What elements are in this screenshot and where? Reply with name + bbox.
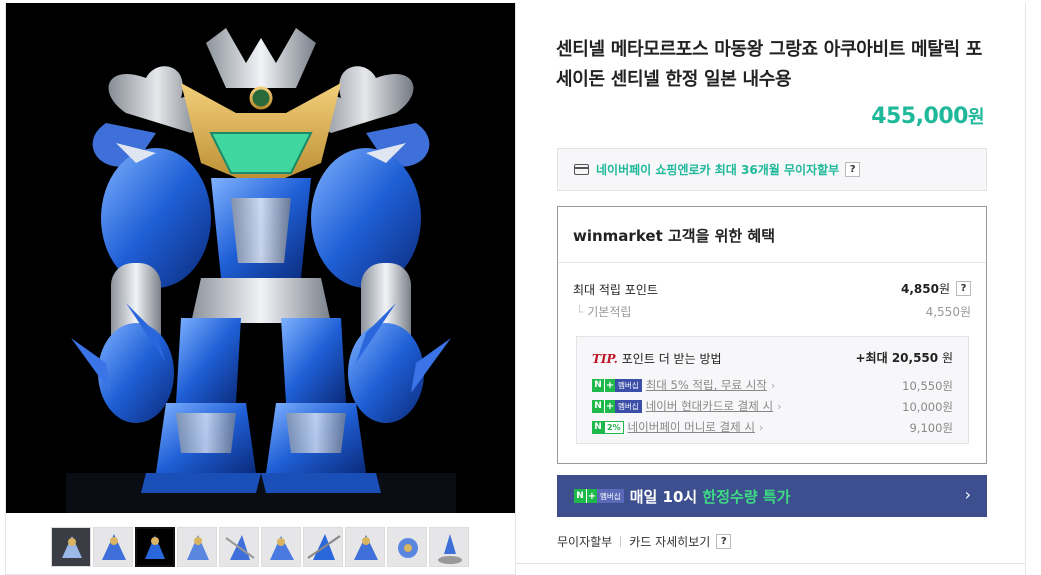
naver-n-icon: N — [574, 489, 586, 503]
credit-card-icon — [574, 164, 589, 175]
tip-row-npay-money: N 2% 네이버페이 머니로 결제 시 › — [592, 419, 763, 435]
tip-max-total: +최대 20,550 원 — [856, 349, 954, 366]
thumbnail-image — [346, 528, 384, 566]
thumbnail-image — [94, 528, 132, 566]
thumbnail-9[interactable] — [387, 527, 427, 567]
thumbnail-6[interactable] — [261, 527, 301, 567]
npay-installment-text: 네이버페이 쇼핑엔로카 최대 36개월 무이자할부 — [596, 163, 840, 177]
product-main-image[interactable] — [6, 3, 516, 513]
installment-link[interactable]: 무이자할부 — [557, 533, 612, 550]
thumbnail-2[interactable] — [93, 527, 133, 567]
thumbnail-4[interactable] — [177, 527, 217, 567]
daily-deal-prefix: 매일 10시 — [629, 487, 703, 506]
help-icon[interactable]: ? — [716, 534, 732, 549]
tip-label: TIP. — [592, 352, 618, 366]
tip-row-hyundai-card: N + 멤버십 네이버 현대카드로 결제 시 › — [592, 398, 781, 414]
thumbnail-3[interactable] — [135, 527, 175, 567]
thumbnail-image — [137, 529, 173, 565]
npay-installment-banner: 네이버페이 쇼핑엔로카 최대 36개월 무이자할부 ? — [557, 148, 987, 191]
thumbnail-strip — [51, 527, 469, 569]
max-points-unit: 원 — [938, 282, 950, 296]
plus-icon: + — [604, 378, 615, 392]
product-gallery — [5, 3, 516, 575]
tip-heading-text: 포인트 더 받는 방법 — [621, 352, 722, 366]
thumbnail-10[interactable] — [429, 527, 469, 567]
tip-link-label: 최대 5% 적립, 무료 시작 — [645, 378, 767, 392]
thumbnail-5[interactable] — [219, 527, 259, 567]
tip-link-label: 네이버 현대카드로 결제 시 — [645, 399, 774, 413]
membership-badge: 멤버십 — [597, 489, 624, 503]
divider — [620, 536, 622, 547]
divider — [558, 262, 986, 263]
divider — [515, 563, 1026, 564]
product-page: 센티넬 메타모르포스 마동왕 그랑죠 아쿠아비트 메탈릭 포세이돈 센티넬 한정… — [0, 0, 1041, 575]
tip-max-value: 20,550 — [891, 351, 939, 365]
chevron-right-icon: › — [964, 485, 971, 504]
max-points-value-row: 4,850 원 ? — [901, 280, 971, 297]
benefit-title-suffix: 고객을 위한 혜택 — [662, 227, 776, 245]
tip-link-npay-money[interactable]: 네이버페이 머니로 결제 시 — [628, 419, 755, 435]
product-title: 센티넬 메타모르포스 마동왕 그랑죠 아쿠아비트 메탈릭 포세이돈 센티넬 한정… — [556, 39, 983, 90]
naver-n-icon: N — [592, 399, 604, 413]
basic-points-label: 기본적립 — [587, 305, 632, 319]
thumbnail-image — [262, 528, 300, 566]
tip-amount: 9,100원 — [909, 421, 953, 435]
product-info-panel: 센티넬 메타모르포스 마동왕 그랑죠 아쿠아비트 메탈릭 포세이돈 센티넬 한정… — [515, 3, 1026, 575]
seller-brand: winmarket — [573, 227, 663, 245]
naver-n-icon: N — [592, 420, 604, 434]
card-links: 무이자할부 카드 자세히보기 ? — [557, 533, 732, 550]
thumbnail-image — [430, 528, 468, 566]
plus-icon: + — [604, 399, 615, 413]
thumbnail-image — [52, 528, 90, 566]
benefit-title: winmarket 고객을 위한 혜택 — [573, 225, 775, 246]
price-value: 455,000 — [871, 104, 968, 129]
basic-points-row: └ 기본적립 — [576, 303, 631, 320]
tip-link-hyundai-card[interactable]: 네이버 현대카드로 결제 시 — [646, 398, 773, 414]
tip-max-unit: 원 — [938, 351, 953, 365]
percent-badge: 2% — [604, 420, 624, 434]
naver-n-icon: N — [592, 378, 604, 392]
basic-points-value: 4,550원 — [925, 305, 971, 319]
tip-amount: 10,000원 — [902, 400, 953, 414]
chevron-right-icon: › — [758, 420, 764, 434]
thumbnail-7[interactable] — [303, 527, 343, 567]
price-unit: 원 — [967, 107, 985, 128]
product-price: 455,000원 — [871, 103, 984, 129]
thumbnail-image — [178, 528, 216, 566]
membership-badge: 멤버십 — [615, 378, 642, 392]
tip-row-membership: N + 멤버십 최대 5% 적립, 무료 시작 › — [592, 377, 775, 393]
tree-branch-icon: └ — [576, 305, 584, 319]
tip-heading: TIP. 포인트 더 받는 방법 — [592, 350, 722, 367]
card-details-link[interactable]: 카드 자세히보기 — [629, 533, 710, 550]
max-points-value: 4,850 — [900, 281, 939, 296]
robot-figure-image — [6, 3, 516, 513]
tip-link-label: 네이버페이 머니로 결제 시 — [627, 420, 755, 434]
thumbnail-image — [388, 528, 426, 566]
chevron-right-icon: › — [770, 378, 776, 392]
tip-max-prefix: +최대 — [855, 351, 892, 365]
help-icon[interactable]: ? — [845, 162, 861, 177]
plus-icon: + — [586, 489, 597, 503]
tip-box: TIP. 포인트 더 받는 방법 +최대 20,550 원 N + 멤버십 최대 5%… — [576, 336, 969, 444]
daily-deal-highlight: 한정수량 특가 — [702, 487, 791, 506]
membership-badge: 멤버십 — [615, 399, 642, 413]
tip-link-membership[interactable]: 최대 5% 적립, 무료 시작 — [646, 377, 767, 393]
max-points-label: 최대 적립 포인트 — [573, 283, 658, 297]
thumbnail-1[interactable] — [51, 527, 91, 567]
thumbnail-8[interactable] — [345, 527, 385, 567]
daily-deal-banner[interactable]: N + 멤버십 매일 10시 한정수량 특가 › — [557, 475, 987, 517]
thumbnail-image — [304, 528, 342, 566]
help-icon[interactable]: ? — [956, 281, 971, 296]
benefit-box: winmarket 고객을 위한 혜택 최대 적립 포인트 4,850 원 ? └… — [557, 206, 987, 464]
chevron-right-icon: › — [777, 399, 782, 413]
thumbnail-image — [220, 528, 258, 566]
daily-deal-text: 매일 10시 한정수량 특가 — [630, 486, 791, 507]
tip-amount: 10,550원 — [902, 379, 953, 393]
